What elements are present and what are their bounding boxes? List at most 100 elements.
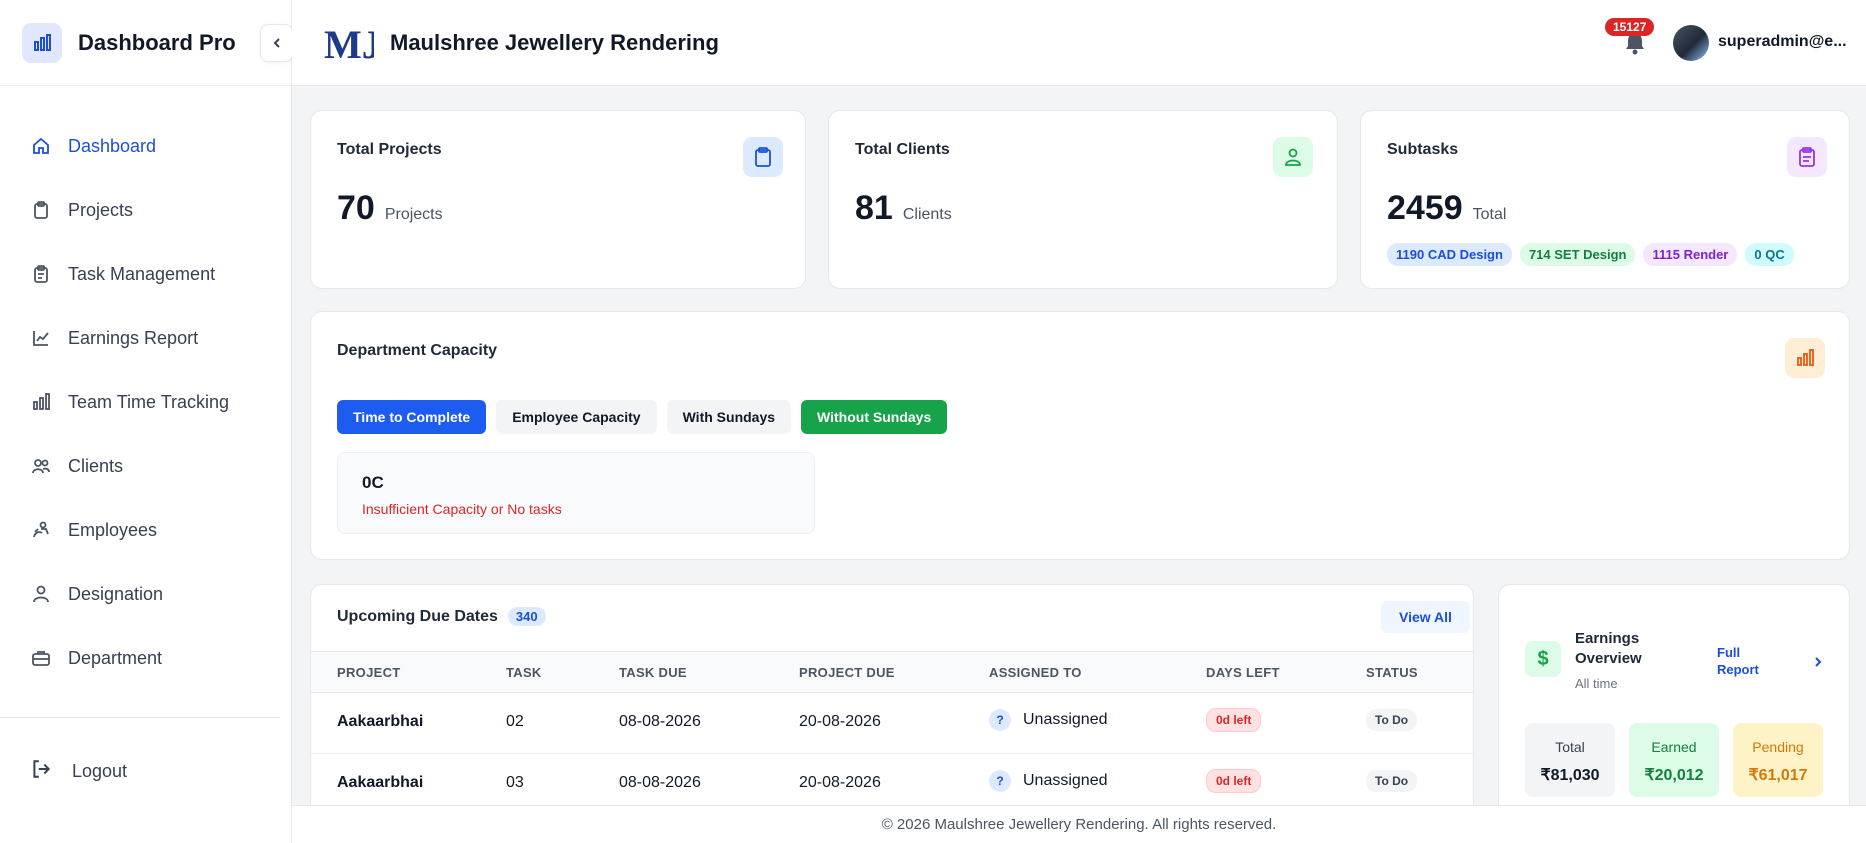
cell-status: To Do — [1366, 770, 1418, 792]
cell-task-due: 08-08-2026 — [619, 774, 701, 791]
user-icon — [1273, 137, 1313, 177]
collapse-sidebar-button[interactable] — [260, 24, 293, 62]
view-all-button[interactable]: View All — [1381, 601, 1470, 633]
column-header: PROJECT DUE — [799, 665, 895, 680]
unassigned-avatar: ? — [989, 709, 1011, 731]
subtasks-card: Subtasks 2459 Total 1190 CAD Design 714 … — [1360, 110, 1850, 289]
earnings-overview-card: $ Earnings Overview All time Full Report… — [1498, 584, 1850, 824]
sidebar-item-label: Clients — [68, 455, 124, 476]
clipboard-icon — [743, 137, 783, 177]
tab-time-to-complete[interactable]: Time to Complete — [337, 400, 487, 434]
stat-title: Total Projects — [337, 141, 442, 158]
total-label: Total — [1555, 739, 1585, 755]
logout-button[interactable]: Logout — [30, 758, 127, 785]
earned-value: ₹20,012 — [1644, 767, 1704, 784]
notification-count-badge: 15127 — [1605, 18, 1655, 36]
cell-project-due: 20-08-2026 — [799, 713, 881, 730]
users-icon — [30, 455, 52, 477]
total-value: ₹81,030 — [1540, 767, 1600, 784]
status-badge: To Do — [1366, 770, 1418, 792]
briefcase-icon — [30, 647, 52, 669]
user-email[interactable]: superadmin@e... — [1718, 33, 1850, 51]
stat-value: 81 Clients — [855, 189, 952, 228]
bar-chart-icon — [1785, 338, 1825, 378]
avatar[interactable] — [1673, 25, 1709, 61]
unassigned-avatar: ? — [989, 770, 1011, 792]
column-header: DAYS LEFT — [1206, 665, 1280, 680]
sidebar-item-label: Department — [68, 647, 163, 668]
pending-value: ₹61,017 — [1748, 767, 1808, 784]
full-report-link[interactable]: Full Report — [1717, 644, 1777, 678]
section-title: Upcoming Due Dates — [337, 607, 498, 625]
dollar-icon: $ — [1525, 641, 1561, 677]
table-header: PROJECT TASK TASK DUE PROJECT DUE ASSIGN… — [311, 651, 1473, 693]
stat-value: 2459 Total — [1387, 189, 1506, 228]
column-header: PROJECT — [337, 665, 401, 680]
chevron-right-icon[interactable] — [1813, 655, 1823, 669]
cell-days-left: 0d left — [1206, 708, 1262, 732]
tab-with-sundays[interactable]: With Sundays — [666, 400, 792, 434]
cell-assigned: ? Unassigned — [989, 770, 1108, 792]
earned-label: Earned — [1651, 739, 1697, 755]
stat-value: 70 Projects — [337, 189, 443, 228]
capacity-tabs: Time to Complete Employee Capacity With … — [337, 400, 948, 434]
bar-chart-icon — [30, 391, 52, 413]
sidebar-item-label: Employees — [68, 519, 158, 540]
stat-unit: Projects — [384, 206, 443, 223]
sidebar-item-label: Designation — [68, 583, 164, 604]
sidebar-item-earnings-report[interactable]: Earnings Report — [0, 306, 291, 370]
clipboard-list-icon — [30, 263, 52, 285]
department-capacity-card: Department Capacity Time to Complete Emp… — [310, 311, 1850, 560]
brand: Dashboard Pro — [0, 0, 291, 86]
cad-design-chip: 1190 CAD Design — [1387, 243, 1512, 266]
sidebar-item-employees[interactable]: Employees — [0, 498, 291, 562]
sidebar-item-dashboard[interactable]: Dashboard — [0, 114, 291, 178]
upcoming-due-dates-card: Upcoming Due Dates 340 View All PROJECT … — [310, 584, 1474, 824]
sidebar-item-department[interactable]: Department — [0, 626, 291, 690]
capacity-value: 0C — [362, 473, 384, 492]
total-earnings-box: Total ₹81,030 — [1525, 723, 1615, 797]
status-badge: To Do — [1366, 709, 1418, 731]
sidebar-item-label: Task Management — [68, 263, 216, 284]
column-header: TASK — [506, 665, 542, 680]
cell-days-left: 0d left — [1206, 769, 1262, 793]
subtask-breakdown: 1190 CAD Design 714 SET Design 1115 Rend… — [1387, 243, 1794, 266]
sidebar-item-designation[interactable]: Designation — [0, 562, 291, 626]
earnings-subtitle: All time — [1575, 676, 1618, 691]
sidebar-item-label: Earnings Report — [68, 327, 199, 348]
sidebar-item-task-management[interactable]: Task Management — [0, 242, 291, 306]
cell-project: Aakaarbhai — [337, 774, 424, 791]
total-projects-card: Total Projects 70 Projects — [310, 110, 806, 289]
table-row[interactable]: Aakaarbhai 02 08-08-2026 20-08-2026 ? Una… — [311, 693, 1473, 754]
assigned-name: Unassigned — [1023, 711, 1108, 729]
cell-task: 03 — [506, 774, 524, 791]
stat-number: 2459 — [1387, 189, 1463, 227]
earnings-title: Earnings Overview — [1575, 630, 1642, 667]
column-header: STATUS — [1366, 665, 1418, 680]
sidebar-item-team-time-tracking[interactable]: Team Time Tracking — [0, 370, 291, 434]
user-group-icon — [30, 519, 52, 541]
cell-project-due: 20-08-2026 — [799, 774, 881, 791]
svg-text:MJ: MJ — [324, 22, 374, 67]
clipboard-icon — [30, 199, 52, 221]
home-icon — [30, 135, 52, 157]
sidebar-item-clients[interactable]: Clients — [0, 434, 291, 498]
sidebar-item-projects[interactable]: Projects — [0, 178, 291, 242]
earned-box: Earned ₹20,012 — [1629, 723, 1719, 797]
logout-icon — [30, 758, 52, 785]
capacity-message: Insufficient Capacity or No tasks — [362, 501, 562, 517]
assigned-name: Unassigned — [1023, 772, 1108, 790]
count-badge: 340 — [507, 607, 546, 626]
company-logo[interactable]: MJ — [320, 17, 376, 69]
clipboard-list-icon — [1787, 137, 1827, 177]
pending-label: Pending — [1752, 739, 1804, 755]
due-dates-table: PROJECT TASK TASK DUE PROJECT DUE ASSIGN… — [311, 651, 1473, 815]
logout-label: Logout — [72, 761, 128, 781]
column-header: TASK DUE — [619, 665, 687, 680]
tab-employee-capacity[interactable]: Employee Capacity — [496, 400, 657, 434]
sidebar-nav: Dashboard Projects Task Management Earni… — [0, 86, 291, 690]
top-header: MJ Maulshree Jewellery Rendering 15127 s… — [292, 0, 1866, 86]
stat-unit: Total — [1472, 206, 1507, 223]
tab-without-sundays[interactable]: Without Sundays — [801, 400, 948, 434]
render-chip: 1115 Render — [1643, 243, 1738, 266]
